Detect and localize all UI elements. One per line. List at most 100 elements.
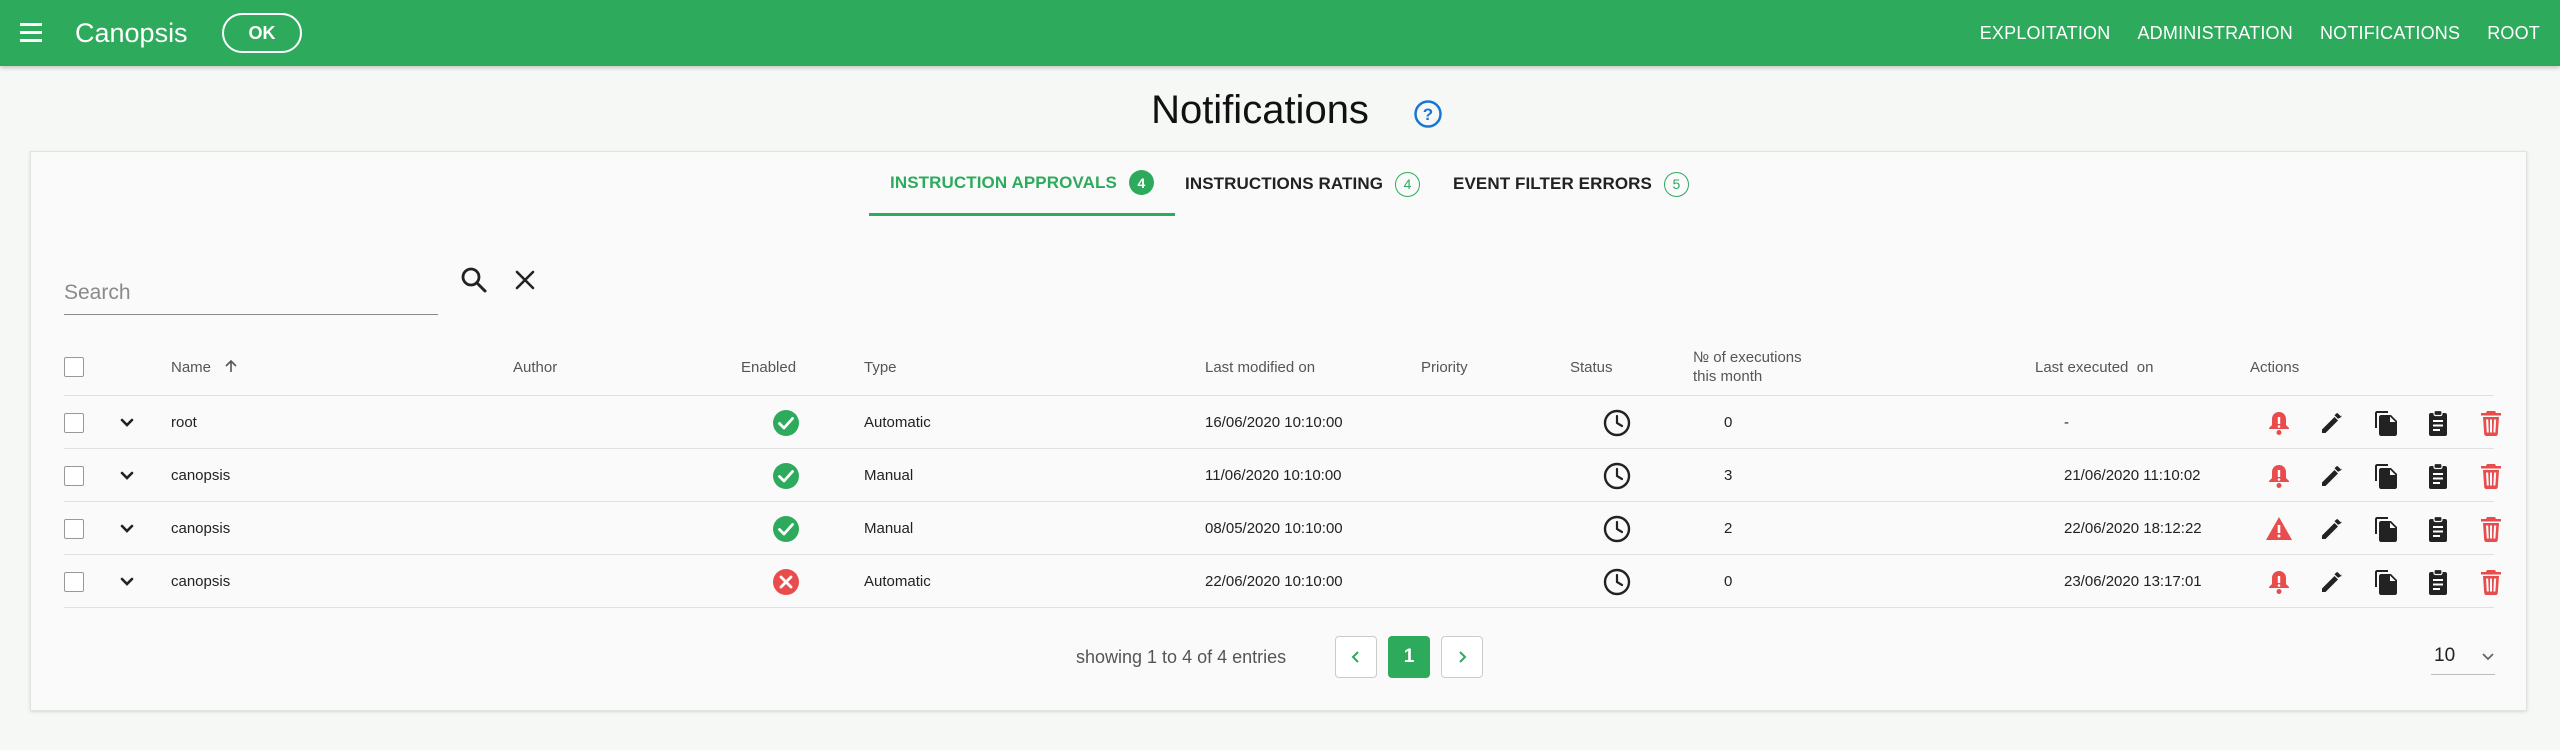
prev-page-button[interactable] — [1335, 636, 1377, 678]
row-checkbox-cell — [64, 502, 84, 555]
expand-chevron-icon[interactable] — [118, 555, 136, 608]
search-input[interactable] — [64, 273, 438, 313]
top-nav: EXPLOITATION ADMINISTRATION NOTIFICATION… — [1953, 0, 2540, 66]
row-type: Manual — [864, 467, 914, 484]
tab-label: INSTRUCTION APPROVALS — [890, 172, 1117, 192]
tabs-bar: INSTRUCTION APPROVALS 4 INSTRUCTIONS RAT… — [31, 152, 2526, 217]
edit-pencil-icon[interactable] — [2317, 408, 2347, 438]
edit-pencil-icon[interactable] — [2317, 514, 2347, 544]
expand-chevron-icon[interactable] — [118, 502, 136, 555]
header-executions[interactable]: № of executions this month — [1693, 348, 1802, 386]
disabled-x-icon — [772, 555, 800, 608]
row-type: Automatic — [864, 414, 931, 431]
top-bar: Canopsis OK EXPLOITATION ADMINISTRATION … — [0, 0, 2560, 66]
header-last-modified[interactable]: Last modified on — [1205, 358, 1315, 377]
row-checkbox-cell — [64, 555, 84, 608]
row-name: canopsis — [171, 467, 231, 484]
next-page-button[interactable] — [1441, 636, 1483, 678]
delete-trash-icon[interactable] — [2476, 461, 2506, 491]
chevron-down-icon — [2482, 653, 2494, 661]
row-checkbox[interactable] — [64, 465, 84, 486]
expand-chevron-icon[interactable] — [118, 396, 136, 449]
row-executions: 2 — [1724, 520, 1733, 537]
alert-bell-icon[interactable] — [2264, 461, 2294, 491]
delete-trash-icon[interactable] — [2476, 514, 2506, 544]
clipboard-icon[interactable] — [2423, 461, 2453, 491]
enabled-check-icon — [772, 502, 800, 555]
rows-per-page-select[interactable]: 10 — [2431, 635, 2495, 675]
table-row[interactable]: root Automatic 16/06/2020 10:10:00 0 - — [64, 396, 2501, 449]
enabled-check-icon — [772, 449, 800, 502]
header-type[interactable]: Type — [864, 358, 897, 377]
clipboard-icon[interactable] — [2423, 514, 2453, 544]
tab-instruction-approvals[interactable]: INSTRUCTION APPROVALS 4 — [869, 152, 1175, 216]
row-checkbox-cell — [64, 449, 84, 502]
header-enabled[interactable]: Enabled — [741, 358, 796, 377]
clipboard-icon[interactable] — [2423, 408, 2453, 438]
row-executions: 0 — [1724, 414, 1733, 431]
header-last-executed[interactable]: Last executed on — [2035, 358, 2153, 377]
row-executions: 3 — [1724, 467, 1733, 484]
row-last-modified: 22/06/2020 10:10:00 — [1205, 573, 1343, 590]
page-button-1[interactable]: 1 — [1388, 636, 1430, 678]
header-priority[interactable]: Priority — [1421, 358, 1468, 377]
edit-pencil-icon[interactable] — [2317, 567, 2347, 597]
close-icon[interactable] — [509, 264, 541, 296]
row-checkbox[interactable] — [64, 412, 84, 433]
clipboard-icon[interactable] — [2423, 567, 2453, 597]
tab-label: INSTRUCTIONS RATING — [1185, 174, 1384, 193]
tab-instructions-rating[interactable]: INSTRUCTIONS RATING 4 — [1185, 152, 1421, 216]
header-executions-line2: this month — [1693, 368, 1763, 385]
alert-bell-icon[interactable] — [2264, 408, 2294, 438]
alert-bell-icon[interactable] — [2264, 567, 2294, 597]
row-checkbox[interactable] — [64, 518, 84, 539]
page-title-wrap: Notifications — [0, 88, 2560, 133]
row-executions: 0 — [1724, 573, 1733, 590]
delete-trash-icon[interactable] — [2476, 567, 2506, 597]
duplicate-icon[interactable] — [2370, 514, 2400, 544]
pagination-summary: showing 1 to 4 of 4 entries — [1076, 647, 1287, 667]
header-name[interactable]: Name — [171, 358, 239, 377]
row-last-modified: 11/06/2020 10:10:00 — [1205, 467, 1342, 484]
row-last-modified: 16/06/2020 10:10:00 — [1205, 414, 1343, 431]
page-title: Notifications — [1151, 88, 1369, 132]
header-status[interactable]: Status — [1570, 358, 1613, 377]
tab-event-filter-errors[interactable]: EVENT FILTER ERRORS 5 — [1453, 152, 1689, 216]
duplicate-icon[interactable] — [2370, 567, 2400, 597]
status-clock-icon — [1602, 502, 1632, 555]
nav-exploitation[interactable]: EXPLOITATION — [1980, 23, 2111, 44]
header-author[interactable]: Author — [513, 358, 557, 377]
table-row[interactable]: canopsis Manual 11/06/2020 10:10:00 3 21… — [64, 449, 2501, 502]
row-checkbox-cell — [64, 396, 84, 449]
svg-text:?: ? — [1423, 105, 1433, 124]
enabled-check-icon — [772, 396, 800, 449]
row-name: canopsis — [171, 573, 231, 590]
search-field — [64, 273, 438, 315]
notifications-card: INSTRUCTION APPROVALS 4 INSTRUCTIONS RAT… — [30, 151, 2527, 711]
expand-chevron-icon[interactable] — [118, 449, 136, 502]
header-executions-line1: № of executions — [1693, 349, 1802, 366]
nav-notifications[interactable]: NOTIFICATIONS — [2320, 23, 2460, 44]
tab-count-badge: 4 — [1395, 171, 1421, 197]
ok-status-button[interactable]: OK — [222, 13, 302, 53]
nav-root[interactable]: ROOT — [2487, 23, 2540, 44]
header-name-label: Name — [171, 359, 212, 376]
menu-icon[interactable] — [18, 20, 44, 46]
chevron-left-icon — [1351, 651, 1359, 663]
help-icon[interactable]: ? — [1413, 99, 1443, 129]
duplicate-icon[interactable] — [2370, 461, 2400, 491]
table-row[interactable]: canopsis Manual 08/05/2020 10:10:00 2 22… — [64, 502, 2501, 555]
table-row[interactable]: canopsis Automatic 22/06/2020 10:10:00 0… — [64, 555, 2501, 608]
delete-trash-icon[interactable] — [2476, 408, 2506, 438]
rows-per-page-value: 10 — [2434, 645, 2456, 666]
chevron-right-icon — [1459, 651, 1467, 663]
duplicate-icon[interactable] — [2370, 408, 2400, 438]
select-all-checkbox[interactable] — [64, 357, 84, 377]
row-type: Automatic — [864, 573, 931, 590]
sort-ascending-icon[interactable] — [223, 358, 239, 374]
edit-pencil-icon[interactable] — [2317, 461, 2347, 491]
row-checkbox[interactable] — [64, 571, 84, 592]
nav-administration[interactable]: ADMINISTRATION — [2137, 23, 2292, 44]
warning-icon[interactable] — [2264, 514, 2294, 544]
search-icon[interactable] — [458, 264, 490, 296]
